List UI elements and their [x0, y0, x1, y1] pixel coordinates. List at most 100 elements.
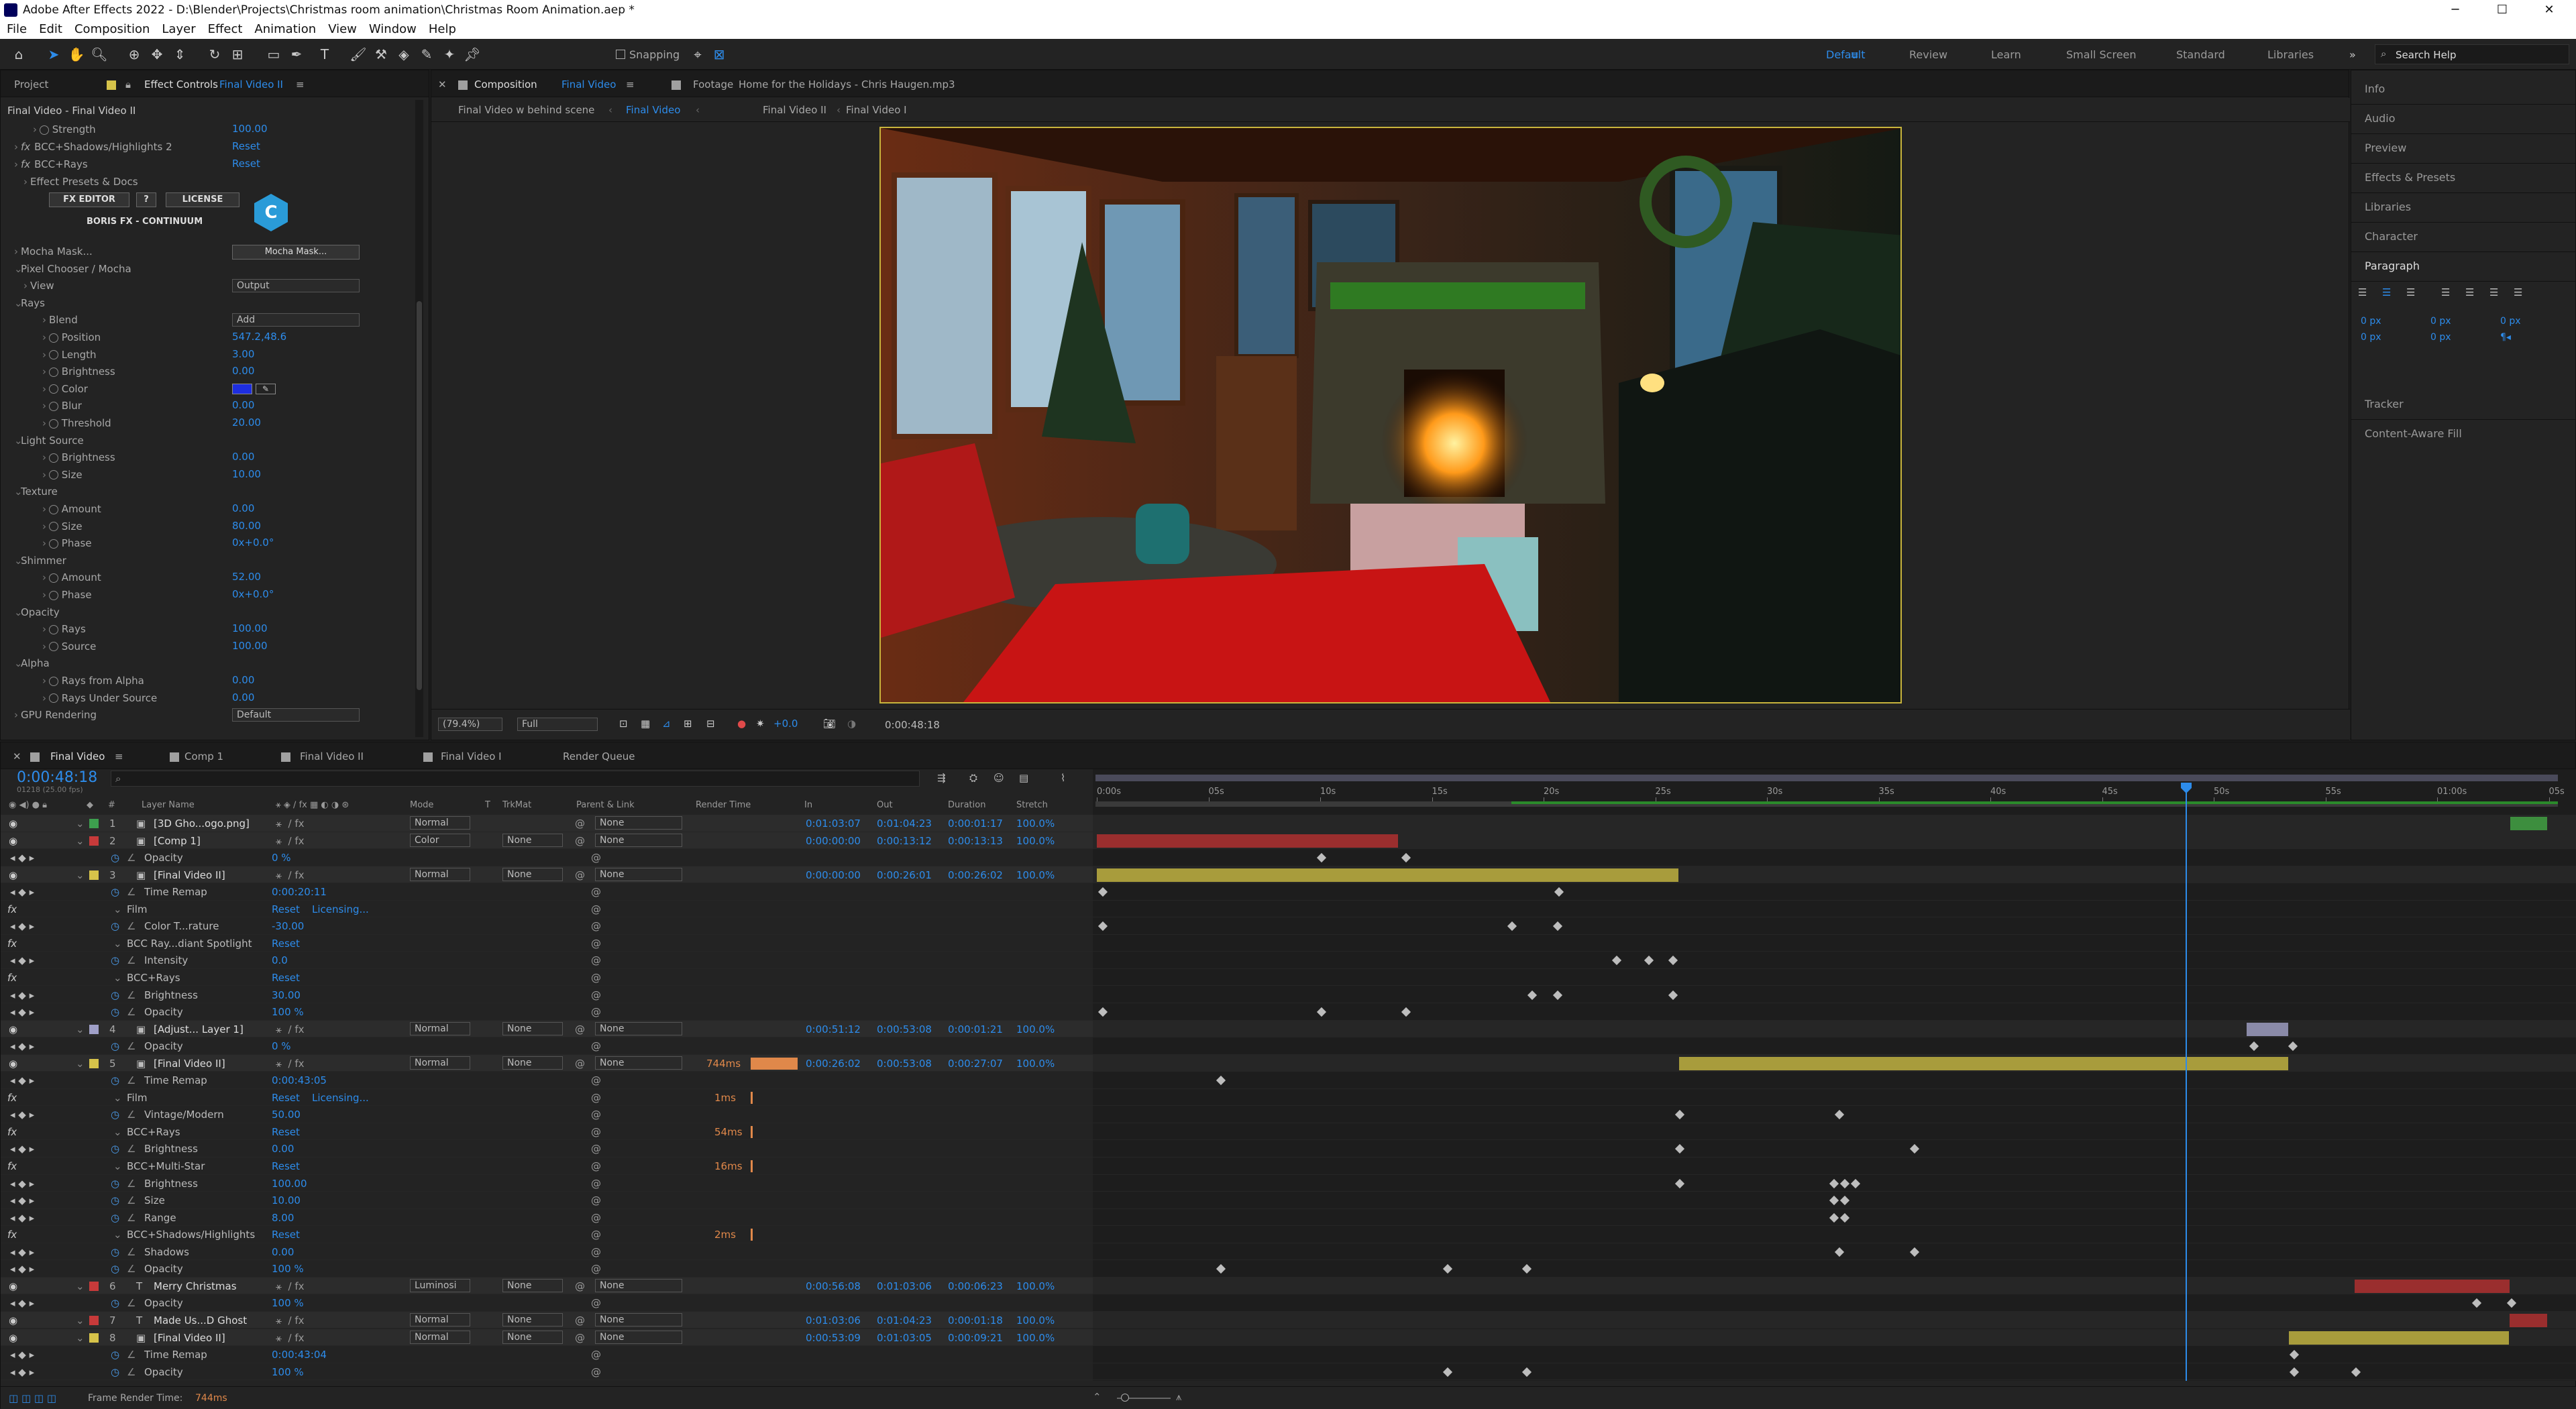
breadcrumb-item[interactable]: Final Video w behind scene	[458, 104, 594, 116]
stopwatch-icon[interactable]	[49, 573, 58, 583]
property-row[interactable]: ◂ ◆ ▸ ◷ ∠ Shadows 0.00 @	[1, 1243, 1093, 1261]
pen-tool-icon[interactable]: ✒	[287, 45, 306, 64]
ec-param-row[interactable]: ⌄Light Source	[5, 433, 407, 449]
twirl-icon[interactable]: ›	[33, 121, 40, 137]
brush-tool-icon[interactable]: 🖌︎	[349, 45, 368, 64]
ec-param-row[interactable]: › Size	[5, 518, 407, 534]
keyframe-nav-icon[interactable]: ◂ ◆ ▸	[10, 1109, 34, 1121]
layer-duration-bar[interactable]	[1097, 868, 1679, 882]
breadcrumb-item-active[interactable]: Final Video	[626, 104, 680, 116]
property-row[interactable]: ◂ ◆ ▸ ◷ ∠ Opacity 0 % @	[1, 1037, 1093, 1055]
property-value[interactable]: 0 %	[272, 1040, 291, 1052]
justify-left-icon[interactable]: ☰	[2441, 286, 2450, 298]
effect-licensing-link[interactable]: Licensing...	[312, 1092, 369, 1104]
ec-param-value[interactable]: 52.00	[232, 571, 261, 583]
graph-icon[interactable]: ∠	[127, 1178, 136, 1190]
effect-controls-scrollbar[interactable]	[415, 100, 423, 737]
twirl-icon[interactable]: ›	[42, 518, 49, 534]
clone-stamp-tool-icon[interactable]: ⚒	[372, 45, 390, 64]
graph-icon[interactable]: ∠	[127, 1366, 136, 1378]
playhead[interactable]	[2186, 787, 2187, 1381]
panel-info[interactable]: Info	[2365, 82, 2385, 95]
twirl-icon[interactable]: ›	[23, 278, 30, 294]
layer-name[interactable]: [Comp 1]	[154, 835, 201, 847]
parent-dropdown[interactable]: None	[595, 833, 682, 847]
workspace-review[interactable]: Review	[1909, 48, 1947, 61]
close-button[interactable]: ✕	[2529, 0, 2569, 20]
color-swatch[interactable]	[232, 383, 252, 394]
layer-stretch[interactable]: 100.0%	[1016, 1058, 1055, 1070]
pickwhip-icon[interactable]: @	[591, 920, 601, 932]
fx-icon[interactable]: fx	[21, 141, 30, 153]
layer-out-time[interactable]: 0:00:13:12	[877, 835, 932, 847]
ec-param-value[interactable]: 80.00	[232, 520, 261, 532]
twirl-icon[interactable]: ›	[14, 243, 21, 260]
layer-row[interactable]: ◉ ⌄ 5 ▣ [Final Video II] ⚹ ∕ fx Normal None @ Non…	[1, 1054, 1093, 1072]
stopwatch-icon[interactable]: ◷	[111, 1040, 119, 1052]
keyframe-nav-icon[interactable]: ◂ ◆ ▸	[10, 1040, 34, 1052]
ec-param-value[interactable]: 20.00	[232, 416, 261, 429]
ec-param-row[interactable]: › Phase	[5, 587, 407, 603]
channel-icon[interactable]: ●	[737, 718, 746, 730]
zoom-out-icon[interactable]: ⌃	[1093, 1391, 1102, 1403]
graph-icon[interactable]: ∠	[127, 886, 136, 898]
ec-param-value[interactable]: 0.00	[232, 674, 254, 686]
eraser-tool-icon[interactable]: ◈	[394, 45, 413, 64]
keyframe-nav-icon[interactable]: ◂ ◆ ▸	[10, 1178, 34, 1190]
tab-project[interactable]: Project	[14, 78, 48, 91]
layer-switches[interactable]: ⚹ ∕ fx	[276, 835, 305, 847]
twirl-icon[interactable]: ›	[42, 381, 49, 397]
blend-mode-dropdown[interactable]: Normal	[410, 1056, 470, 1070]
layer-row[interactable]: ◉ ⌄ 1 ▣ [3D Gho...ogo.png] ⚹ ∕ fx Normal @ None 0…	[1, 815, 1093, 832]
stopwatch-icon[interactable]: ◷	[111, 1297, 119, 1309]
effect-licensing-link[interactable]: Licensing...	[312, 903, 369, 915]
ec-param-row[interactable]: › Source	[5, 638, 407, 655]
ec-param-row[interactable]: › Size	[5, 467, 407, 483]
layer-duration[interactable]: 0:00:06:23	[948, 1280, 1003, 1292]
fx-icon[interactable]: fx	[7, 972, 17, 984]
layer-stretch[interactable]: 100.0%	[1016, 835, 1055, 847]
ec-param-row[interactable]: › Rays from Alpha	[5, 673, 407, 689]
close-tab-icon[interactable]: ✕	[438, 78, 447, 91]
snap-grid-icon[interactable]: ⊠	[710, 45, 729, 64]
layer-switches[interactable]: ⚹ ∕ fx	[276, 1280, 305, 1292]
layer-in-time[interactable]: 0:01:03:06	[806, 1314, 861, 1327]
work-area-bar[interactable]	[1095, 775, 2558, 781]
snap-icon[interactable]: ⌖	[688, 45, 707, 64]
comp-panel-menu-icon[interactable]: ≡	[626, 78, 635, 91]
tab-footage[interactable]: Footage	[693, 78, 733, 91]
layer-in-time[interactable]: 0:00:00:00	[806, 835, 861, 847]
layer-in-time[interactable]: 0:00:56:08	[806, 1280, 861, 1292]
layer-switches[interactable]: ⚹ ∕ fx	[276, 1332, 305, 1344]
workspace-standard[interactable]: Standard	[2176, 48, 2225, 61]
layer-row[interactable]: ◉ ⌄ 8 ▣ [Final Video II] ⚹ ∕ fx Normal None @ Non…	[1, 1329, 1093, 1346]
property-value[interactable]: 0.0	[272, 954, 288, 966]
keyframe-nav-icon[interactable]: ◂ ◆ ▸	[10, 852, 34, 864]
stopwatch-icon[interactable]	[49, 453, 58, 463]
pickwhip-icon[interactable]: @	[591, 1160, 601, 1172]
timeline-current-time[interactable]: 0:00:48:18	[17, 769, 97, 786]
layer-out-time[interactable]: 0:01:04:23	[877, 818, 932, 830]
panel-preview[interactable]: Preview	[2365, 142, 2406, 154]
layer-duration-bar[interactable]	[2510, 817, 2547, 830]
stopwatch-icon[interactable]: ◷	[111, 1109, 119, 1121]
property-row[interactable]: ◂ ◆ ▸ ◷ ∠ Opacity 100 % @	[1, 1363, 1093, 1381]
property-value[interactable]: 10.00	[272, 1194, 301, 1206]
close-tab-icon[interactable]: ✕	[13, 750, 21, 763]
zoom-dropdown[interactable]: (79.4%)	[438, 718, 502, 731]
pickwhip-icon[interactable]: @	[575, 818, 585, 830]
fx-icon[interactable]: fx	[7, 1160, 17, 1172]
keyframe-nav-icon[interactable]: ◂ ◆ ▸	[10, 1074, 34, 1086]
property-row[interactable]: ◂ ◆ ▸ ◷ ∠ Brightness 0.00 @	[1, 1140, 1093, 1158]
keyframe-nav-icon[interactable]: ◂ ◆ ▸	[10, 1246, 34, 1258]
show-snapshot-icon[interactable]: ◑	[847, 718, 856, 730]
layer-row[interactable]: ◉ ⌄ 6 T Merry Christmas ⚹ ∕ fx Luminosi None @ No…	[1, 1277, 1093, 1295]
mask-visibility-icon[interactable]: ⊿	[662, 718, 671, 730]
twirl-icon[interactable]: ›	[42, 449, 49, 465]
pickwhip-icon[interactable]: @	[575, 1058, 585, 1070]
ec-row[interactable]: › Strength	[5, 121, 407, 137]
stopwatch-icon[interactable]: ◷	[111, 1006, 119, 1018]
layer-duration[interactable]: 0:00:01:21	[948, 1023, 1003, 1035]
layer-name[interactable]: [Final Video II]	[154, 1058, 225, 1070]
property-value[interactable]: 0:00:43:05	[272, 1074, 327, 1086]
